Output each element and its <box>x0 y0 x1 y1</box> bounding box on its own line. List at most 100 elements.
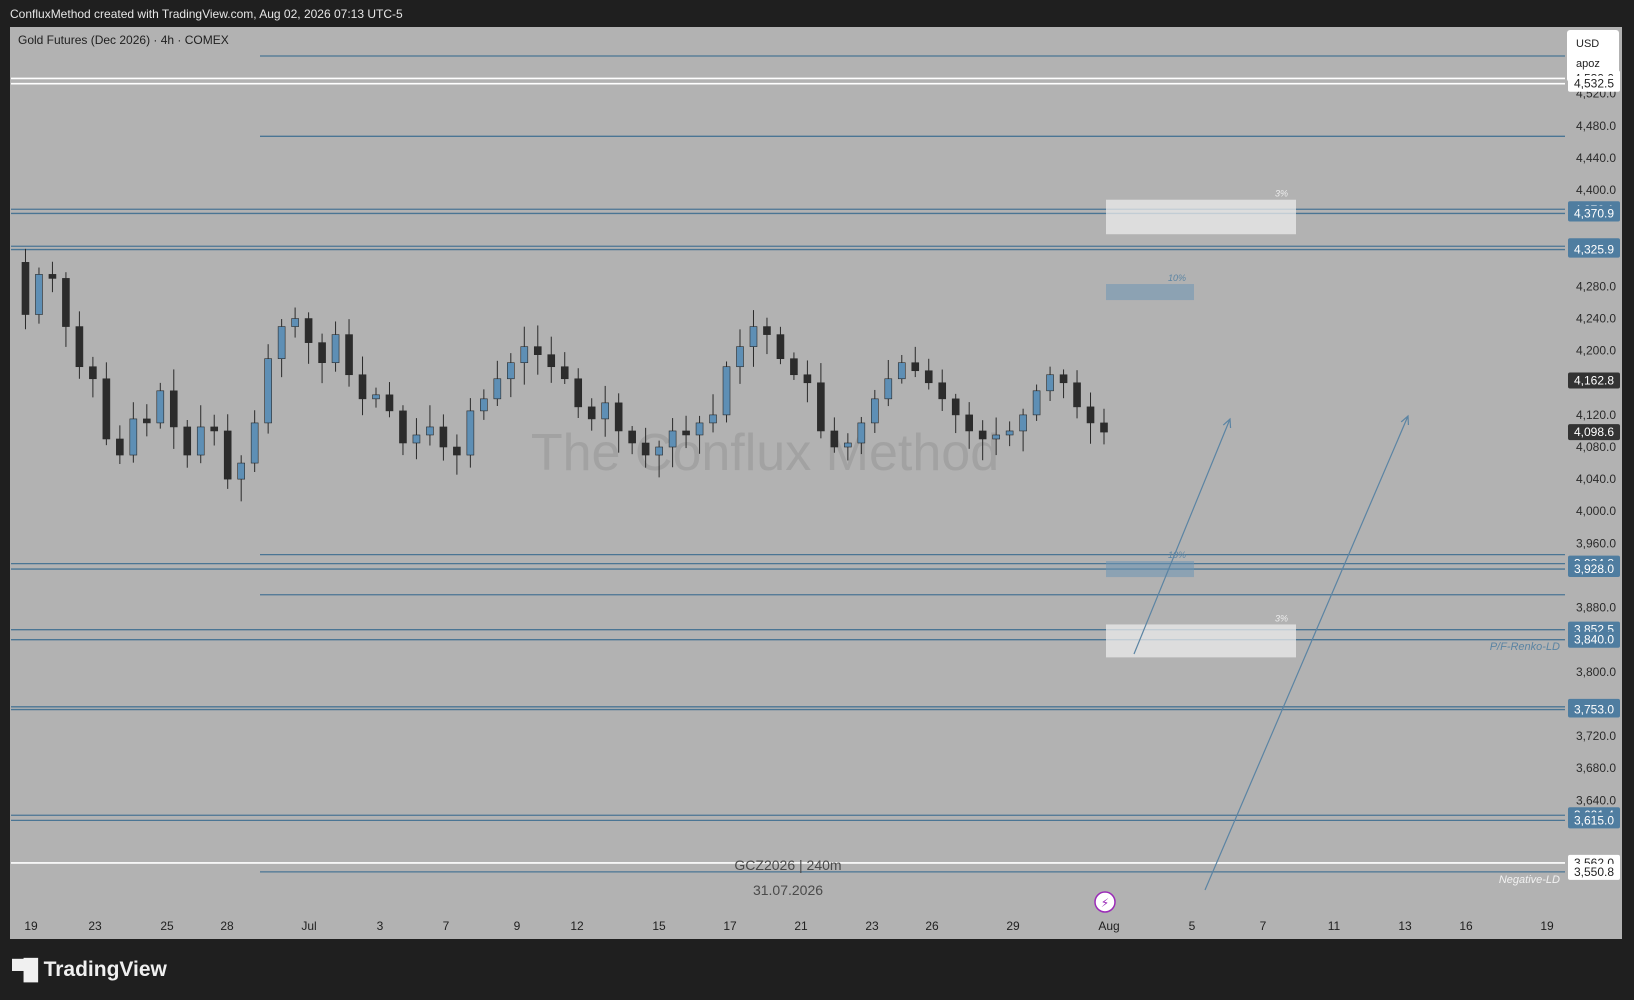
candle-body <box>453 446 461 456</box>
ticker-info: GCZ2026 | 240m <box>734 857 841 873</box>
candle-body <box>372 394 380 400</box>
x-tick-label: 21 <box>794 919 808 933</box>
candle-body <box>763 326 771 335</box>
candle-body <box>35 274 43 315</box>
x-tick-label: 3 <box>377 919 384 933</box>
candle-body <box>803 374 812 384</box>
candle-body <box>304 318 313 343</box>
candle-body <box>169 390 178 428</box>
y-tick-label: 3,680.0 <box>1576 761 1616 775</box>
y-tick-label: 4,240.0 <box>1576 312 1616 326</box>
price-label-text: 4,370.9 <box>1574 206 1614 220</box>
candle-body <box>493 378 502 400</box>
price-label-text: 3,840.0 <box>1574 633 1614 647</box>
candle-body <box>277 326 286 359</box>
x-tick-label: 15 <box>652 919 666 933</box>
y-tick-label: 4,280.0 <box>1576 279 1616 293</box>
candle-body <box>533 346 542 355</box>
candle-body <box>426 426 434 436</box>
tradingview-icon: ▀▉ <box>12 959 40 982</box>
price-label-text: 3,550.8 <box>1574 865 1614 879</box>
x-tick-label: Jul <box>301 919 316 933</box>
x-tick-label: 23 <box>88 919 102 933</box>
candle-body <box>857 422 866 444</box>
price-label-text: 4,098.6 <box>1574 425 1614 439</box>
candle-body <box>62 278 70 327</box>
x-tick-label: 29 <box>1006 919 1020 933</box>
candle-body <box>897 362 906 380</box>
y-tick-label: 4,040.0 <box>1576 472 1616 486</box>
candle-body <box>1046 374 1054 392</box>
x-tick-label: 5 <box>1189 919 1196 933</box>
candle-body <box>668 430 677 448</box>
candle-body <box>223 430 232 480</box>
candle-body <box>884 378 893 400</box>
candle-body <box>399 410 407 444</box>
zone-label: 10% <box>1168 550 1186 560</box>
candle-body <box>682 430 690 436</box>
candle-body <box>1005 430 1014 436</box>
candle-body <box>1073 382 1081 408</box>
candle-body <box>830 430 839 448</box>
candle-body <box>722 366 731 416</box>
price-label-text: 3,753.0 <box>1574 703 1614 717</box>
candle-body <box>587 406 596 420</box>
candle-body <box>628 430 636 444</box>
candle-body <box>1032 390 1041 416</box>
x-tick-label: 16 <box>1459 919 1473 933</box>
zone-label: 10% <box>1168 273 1186 283</box>
brand-name: TradingView <box>43 958 167 981</box>
tradingview-logo: ▀▉ TradingView <box>12 955 167 985</box>
price-chart[interactable]: The Conflux Method 3% 10% 10% 3% P/F-Renko-LD… <box>0 0 1634 1000</box>
y-tick-label: 4,400.0 <box>1576 183 1616 197</box>
y-tick-label: 3,800.0 <box>1576 665 1616 679</box>
candle-body <box>749 326 758 347</box>
candle-body <box>695 422 704 436</box>
y-tick-label: 4,480.0 <box>1576 119 1616 133</box>
candle-body <box>156 390 165 424</box>
projection-arrow-short <box>1133 418 1231 655</box>
price-label-text: 3,928.0 <box>1574 562 1614 576</box>
x-tick-label: 19 <box>1540 919 1554 933</box>
price-label-text: 4,162.8 <box>1574 374 1614 388</box>
zone-rect <box>1106 284 1194 301</box>
candle-body <box>116 438 124 456</box>
candle-body <box>560 366 569 380</box>
zone-label: 3% <box>1275 613 1288 623</box>
lightning-icon: ⚡ <box>1101 896 1109 910</box>
x-tick-label: 25 <box>160 919 174 933</box>
candle-body <box>547 354 556 368</box>
candle-body <box>965 414 973 432</box>
candle-body <box>844 442 852 448</box>
x-tick-label: 12 <box>570 919 584 933</box>
y-tick-label: 4,000.0 <box>1576 504 1616 518</box>
candle-body <box>210 426 219 432</box>
candle-body <box>641 442 650 456</box>
candle-body <box>48 274 57 279</box>
candle-body <box>655 446 663 456</box>
candle-body <box>358 374 367 400</box>
watermark-text: The Conflux Method <box>531 424 999 482</box>
candle-body <box>264 358 272 424</box>
zone-rect <box>1106 199 1296 235</box>
y-tick-label: 3,640.0 <box>1576 793 1616 807</box>
y-tick-label: 3,960.0 <box>1576 536 1616 550</box>
x-tick-label: 17 <box>723 919 737 933</box>
candle-body <box>480 398 488 412</box>
y-tick-label: 4,440.0 <box>1576 151 1616 165</box>
x-tick-label: Aug <box>1098 919 1119 933</box>
candle-body <box>992 434 1000 440</box>
date-info: 31.07.2026 <box>753 882 823 898</box>
x-tick-label: 13 <box>1398 919 1412 933</box>
candle-body <box>129 418 138 456</box>
candle-body <box>250 422 259 464</box>
candle-body <box>1100 422 1108 433</box>
x-tick-label: 7 <box>443 919 450 933</box>
y-tick-label: 4,080.0 <box>1576 440 1616 454</box>
candle-body <box>520 346 529 364</box>
candle-body <box>574 378 583 408</box>
candle-body <box>1086 406 1095 424</box>
price-label-text: 3,615.0 <box>1574 813 1614 827</box>
candle-body <box>385 394 394 412</box>
candle-body <box>951 398 960 416</box>
